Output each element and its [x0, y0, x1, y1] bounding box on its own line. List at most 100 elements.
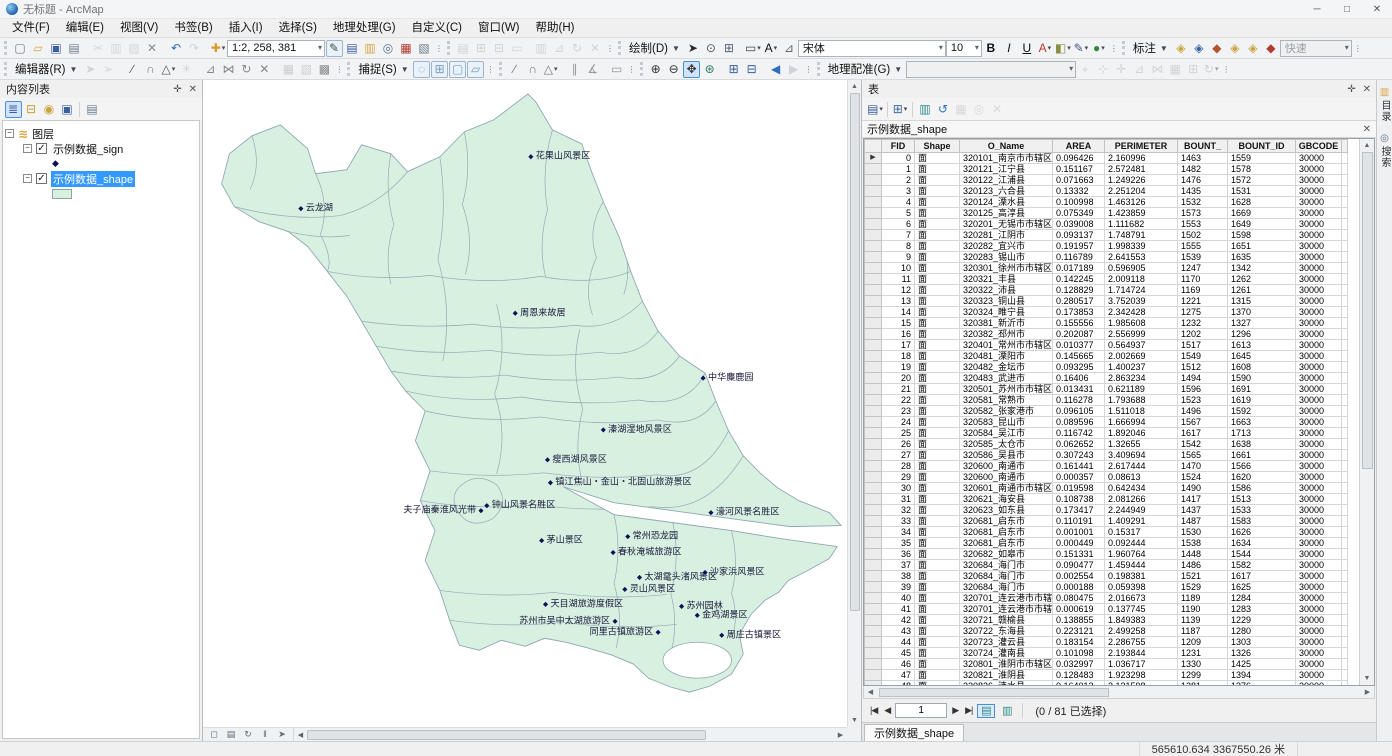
pause-drawing-button[interactable]: ‖ [259, 728, 272, 741]
menu-item-7[interactable]: 地理处理(G) [325, 19, 404, 38]
table-row[interactable]: 46面320801_淮阴市市辖区0.0329971.03671713301425… [865, 659, 1348, 670]
menu-item-6[interactable]: 选择(S) [271, 19, 325, 38]
table-row[interactable]: 41面320701_连云港市市辖区0.0006190.1377451190128… [865, 604, 1348, 615]
scroll-left-icon[interactable]: ◀ [294, 731, 307, 739]
catalog-window-button[interactable]: ▥ [362, 40, 379, 57]
table-row[interactable]: 25面320584_吴江市0.1167421.89204616171713300… [865, 428, 1348, 439]
toolbar-grip[interactable] [347, 62, 350, 76]
scroll-right-icon[interactable]: ▶ [1361, 688, 1374, 696]
row-selector[interactable] [865, 516, 882, 527]
row-selector[interactable] [865, 681, 882, 687]
python-window-button[interactable]: ▧ [416, 40, 433, 57]
row-selector[interactable] [865, 329, 882, 340]
column-header-bount_id[interactable]: BOUNT_ID [1228, 140, 1296, 153]
arctoolbox-window-button[interactable]: ▦ [398, 40, 415, 57]
list-by-source-button[interactable]: ⊟ [23, 101, 40, 118]
row-selector[interactable] [865, 505, 882, 516]
toolbar-overflow-icon[interactable]: ⋮ [485, 65, 496, 74]
sketch-shape-button[interactable]: △▾ [160, 61, 177, 78]
row-selector[interactable] [865, 483, 882, 494]
scroll-left-icon[interactable]: ◀ [864, 688, 877, 696]
row-selector[interactable] [865, 461, 882, 472]
toolbar-overflow-icon[interactable]: ⋮ [433, 44, 444, 53]
row-selector[interactable] [865, 395, 882, 406]
table-row[interactable]: 44面320723_灌云县0.1831542.28675512091303300… [865, 637, 1348, 648]
map-vertical-scrollbar[interactable]: ▲ ▼ [847, 80, 861, 727]
toc-node-layer-shape[interactable]: − ✓ 示例数据_shape [5, 171, 197, 186]
table-row[interactable]: 47面320821_淮阴县0.1284831.92329812991394300… [865, 670, 1348, 681]
table-row[interactable]: 34面320681_启东市0.0010010.15317153016263000… [865, 527, 1348, 538]
menu-item-4[interactable]: 书签(B) [166, 19, 220, 38]
cut-polygons-button[interactable]: ⋈ [220, 61, 237, 78]
row-selector[interactable] [865, 549, 882, 560]
table-row[interactable]: 24面320583_昆山市0.0895961.66699415671663300… [865, 417, 1348, 428]
highlight-selected-button[interactable]: ▥ [917, 101, 934, 118]
close-icon[interactable]: ✕ [1363, 84, 1371, 95]
toolbar-overflow-icon[interactable]: ⋮ [803, 65, 814, 74]
table-row[interactable]: 15面320381_新沂市0.1555561.98560812321327300… [865, 318, 1348, 329]
row-selector[interactable] [865, 241, 882, 252]
column-header-bount_[interactable]: BOUNT_ [1178, 140, 1228, 153]
layer-visibility-checkbox[interactable]: ✓ [36, 143, 47, 154]
table-row[interactable]: 8面320282_宜兴市0.1919571.998339155516513000… [865, 241, 1348, 252]
straight-segment-button[interactable]: ∕ [124, 61, 141, 78]
column-header-perimeter[interactable]: PERIMETER [1105, 140, 1178, 153]
map-view[interactable]: 花果山风景区云龙湖周恩来故居中华麋鹿园溱湖湿地风景区瘦西湖风景区镇江焦山・金山・… [203, 80, 861, 741]
scroll-down-icon[interactable]: ▼ [848, 714, 862, 727]
shape-construction-button[interactable]: △▾ [542, 61, 559, 78]
table-row[interactable]: 27面320586_吴县市0.3072433.40969415651661300… [865, 450, 1348, 461]
table-row[interactable]: 17面320401_常州市市辖区0.0103770.56493715171613… [865, 340, 1348, 351]
last-record-button[interactable]: ▶| [963, 705, 974, 716]
row-selector[interactable] [865, 626, 882, 637]
toolbar-grip[interactable] [817, 62, 820, 76]
fill-color-button[interactable]: ◧▾ [1054, 40, 1071, 57]
new-map-button[interactable]: ▢ [12, 40, 29, 57]
view-unplaced-labels-button[interactable]: ◆ [1262, 40, 1279, 57]
close-icon[interactable]: ✕ [189, 84, 197, 95]
layer-visibility-checkbox[interactable]: ✓ [36, 173, 47, 184]
show-all-records-button[interactable]: ▤ [977, 704, 995, 718]
refresh-view-button[interactable]: ↻ [242, 728, 255, 741]
create-features-window-button[interactable]: ▩ [316, 61, 333, 78]
table-row[interactable]: 32面320623_如东县0.1734172.24494914371533300… [865, 505, 1348, 516]
row-selector[interactable] [865, 637, 882, 648]
pause-labeling-button[interactable]: ◈ [1244, 40, 1261, 57]
search-window-button[interactable]: ◎ [380, 40, 397, 57]
table-row[interactable]: 2面320122_江浦县0.0716631.249226147615723000… [865, 175, 1348, 186]
layer-symbol-point[interactable]: ◆ [5, 156, 197, 171]
table-row[interactable]: 30面320601_南通市市辖区0.0195980.64243414901586… [865, 483, 1348, 494]
column-header-area[interactable]: AREA [1053, 140, 1105, 153]
table-row[interactable]: 21面320501_苏州市市辖区0.0134310.62118915961691… [865, 384, 1348, 395]
pin-icon[interactable]: ✛ [1347, 84, 1355, 95]
toolbar-grip[interactable] [4, 41, 7, 55]
bold-button[interactable]: B [982, 40, 999, 57]
menu-item-5[interactable]: 插入(I) [221, 19, 271, 38]
pan-button[interactable]: ✥ [683, 61, 700, 78]
table-row[interactable]: 14面320324_睢宁县0.1738532.34242812751370300… [865, 307, 1348, 318]
row-selector[interactable] [865, 197, 882, 208]
italic-button[interactable]: I [1000, 40, 1017, 57]
first-record-button[interactable]: |◀ [868, 705, 879, 716]
table-row[interactable]: 42面320721_赣榆县0.1388551.84938311391229300… [865, 615, 1348, 626]
show-selected-records-button[interactable]: ▥ [998, 704, 1016, 718]
table-row[interactable]: 43面320722_东海县0.2231212.49925811871280300… [865, 626, 1348, 637]
catalog-dock-tab[interactable]: ▥ 目录 [1377, 88, 1392, 122]
attribute-grid[interactable]: FIDShapeO_NameAREAPERIMETERBOUNT_BOUNT_I… [863, 138, 1375, 686]
row-selector[interactable] [865, 263, 882, 274]
row-selector[interactable] [865, 351, 882, 362]
table-of-contents-window-button[interactable]: ▤ [344, 40, 361, 57]
toolbar-overflow-icon[interactable]: ⋮ [604, 44, 615, 53]
row-selector[interactable] [865, 670, 882, 681]
row-selector[interactable] [865, 340, 882, 351]
scroll-down-icon[interactable]: ▼ [1360, 672, 1374, 685]
row-selector[interactable] [865, 285, 882, 296]
select-elements-button[interactable]: ➤ [684, 40, 701, 57]
rotate-feature-button[interactable]: ↻ [238, 61, 255, 78]
row-selector[interactable] [865, 417, 882, 428]
table-row[interactable]: 3面320123_六合县0.133322.2512041435153130000 [865, 186, 1348, 197]
font-size-combo[interactable]: 10 [946, 40, 982, 57]
table-row[interactable]: 16面320382_邳州市0.2020872.55699912021296300… [865, 329, 1348, 340]
column-header-gbcode[interactable]: GBCODE [1296, 140, 1342, 153]
back-extent-button[interactable]: ◀ [767, 61, 784, 78]
toolbar-overflow-icon[interactable]: ⋮ [333, 65, 344, 74]
